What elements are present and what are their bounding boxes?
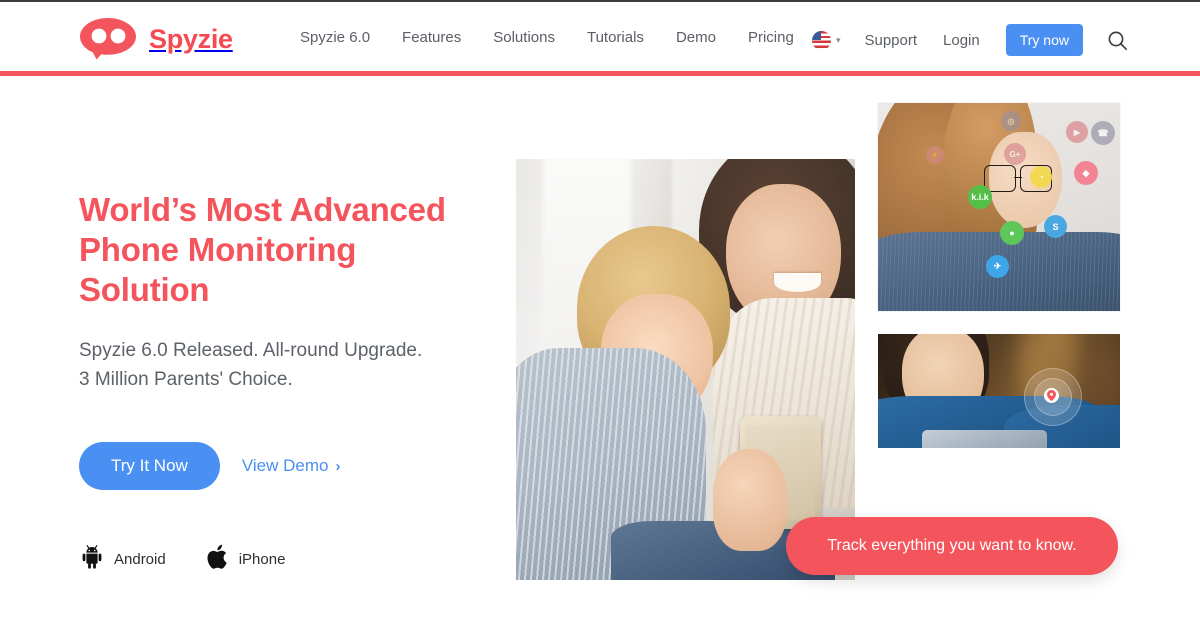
android-icon [79, 544, 105, 575]
snapchat-icon: ◔ [1030, 166, 1052, 188]
view-demo-link[interactable]: View Demo › [242, 456, 341, 476]
try-now-button[interactable]: Try now [1005, 24, 1083, 56]
hero-subtitle-line2: 3 Million Parents' Choice. [79, 369, 293, 390]
platform-android[interactable]: Android [79, 544, 166, 575]
youtube-icon: ▶ [1066, 121, 1088, 143]
nav-item-spyzie-60[interactable]: Spyzie 6.0 [300, 29, 370, 46]
chevron-down-icon[interactable]: ▾ [836, 35, 841, 45]
search-icon[interactable] [1107, 30, 1128, 51]
header-actions: ▾ Support Login Try now [811, 24, 1128, 56]
site-logo[interactable]: Spyzie [79, 18, 233, 60]
header-accent-rule [0, 71, 1200, 76]
phone-icon: ☎ [1091, 121, 1115, 145]
hero-child-photo [878, 334, 1120, 448]
site-header: Spyzie Spyzie 6.0 Features Solutions Tut… [0, 2, 1200, 73]
location-pin-icon [1044, 388, 1059, 403]
hero-main-photo [516, 159, 855, 580]
instagram-icon: ◎ [1001, 111, 1021, 131]
messenger-icon: ⚡ [926, 146, 944, 164]
platform-iphone-label: iPhone [238, 551, 286, 568]
logo-wordmark: Spyzie [149, 23, 233, 54]
twitter-icon: ✈ [986, 255, 1009, 278]
chevron-right-icon: › [335, 457, 341, 475]
platform-android-label: Android [114, 551, 166, 568]
apple-icon [206, 543, 230, 576]
hero-subtitle-line1: Spyzie 6.0 Released. All-round Upgrade. [79, 340, 423, 361]
support-link[interactable]: Support [864, 32, 917, 49]
track-banner: Track everything you want to know. [786, 517, 1118, 575]
platform-list: Android iPhone [79, 490, 479, 576]
tinder-icon: ◆ [1074, 161, 1098, 185]
kik-icon: k.i.k [968, 185, 992, 209]
nav-item-features[interactable]: Features [402, 29, 461, 46]
nav-item-solutions[interactable]: Solutions [493, 29, 555, 46]
page-title: World’s Most Advanced Phone Monitoring S… [79, 191, 446, 308]
wechat-icon: ● [1000, 221, 1024, 245]
us-flag-icon[interactable] [811, 30, 831, 50]
hero-copy: World’s Most Advanced Phone Monitoring S… [79, 190, 479, 576]
track-banner-text: Track everything you want to know. [827, 537, 1077, 554]
nav-item-pricing[interactable]: Pricing [748, 29, 794, 46]
googleplus-icon: G+ [1004, 143, 1026, 165]
hero-girl-photo: ▶ ◎ ☎ G+ ⚡ ◔ ◆ k.i.k ● S ✈ [878, 103, 1120, 311]
spyzie-speech-bubble-logo [79, 18, 137, 60]
view-demo-label: View Demo [241, 456, 329, 475]
nav-item-tutorials[interactable]: Tutorials [587, 29, 644, 46]
skype-icon: S [1044, 215, 1067, 238]
try-it-now-button[interactable]: Try It Now [79, 442, 220, 490]
hero-cta-row: Try It Now View Demo › [79, 394, 479, 490]
login-link[interactable]: Login [943, 32, 980, 49]
nav-item-demo[interactable]: Demo [676, 29, 716, 46]
platform-iphone[interactable]: iPhone [206, 543, 286, 576]
main-nav: Spyzie 6.0 Features Solutions Tutorials … [300, 29, 794, 46]
social-app-bubbles: ▶ ◎ ☎ G+ ⚡ ◔ ◆ k.i.k ● S ✈ [878, 103, 1120, 311]
page-root: Spyzie Spyzie 6.0 Features Solutions Tut… [0, 0, 1200, 643]
